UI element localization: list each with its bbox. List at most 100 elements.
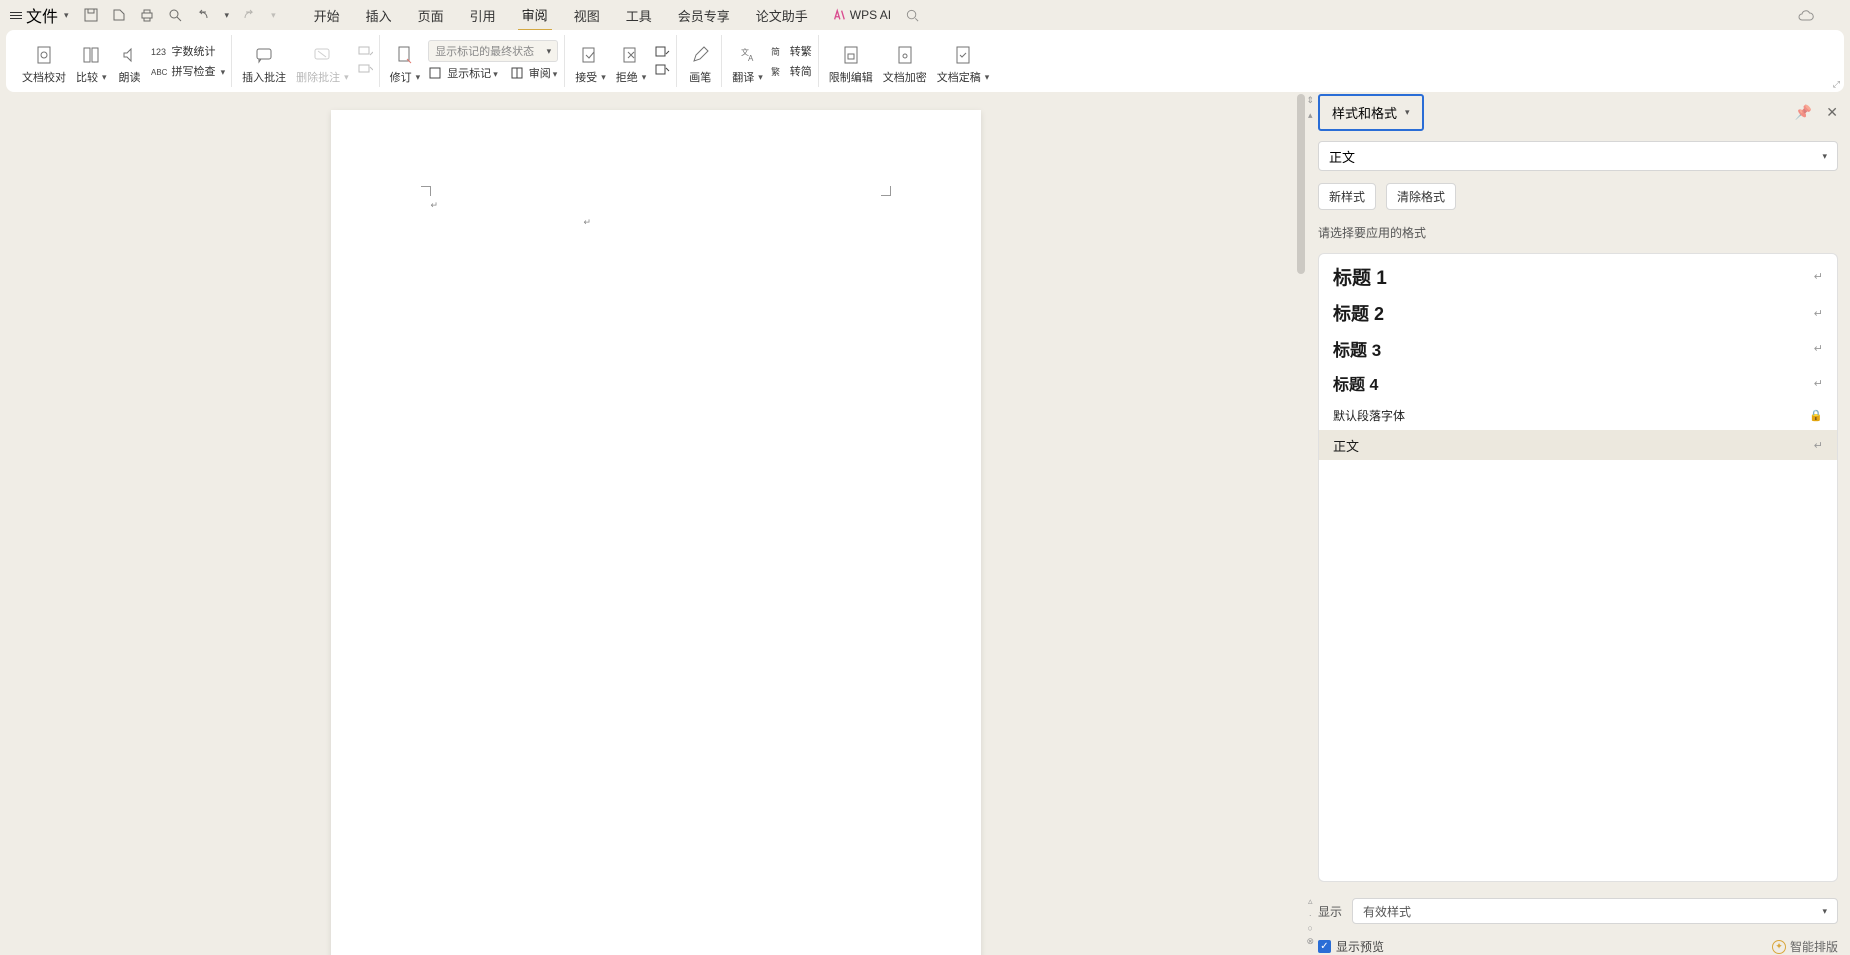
insert-comment-button[interactable]: 插入批注 xyxy=(240,43,288,87)
print-preview-icon[interactable] xyxy=(111,7,127,23)
spell-check-label: 拼写检查 ▾ xyxy=(172,63,226,79)
word-count-icon: 123 xyxy=(151,44,167,58)
tab-reference[interactable]: 引用 xyxy=(466,1,500,30)
tab-member[interactable]: 会员专享 xyxy=(674,1,734,30)
tab-insert[interactable]: 插入 xyxy=(362,1,396,30)
show-preview-checkbox[interactable]: ✓ 显示预览 xyxy=(1318,938,1384,955)
paragraph-mark: ↵ xyxy=(584,217,592,228)
file-menu[interactable]: 文件 ▾ xyxy=(10,3,69,27)
cloud-icon[interactable] xyxy=(1797,8,1815,26)
reject-button[interactable]: 拒绝▾ xyxy=(614,43,649,87)
compare-button[interactable]: 比较▾ xyxy=(74,43,109,87)
undo-icon[interactable] xyxy=(195,7,211,23)
ruler-marker-icon[interactable]: ⊗ xyxy=(1306,936,1314,947)
insert-comment-icon xyxy=(254,45,274,65)
tab-page[interactable]: 页面 xyxy=(414,1,448,30)
show-markup-button[interactable]: 显示标记▾ xyxy=(428,64,498,82)
style-item-heading4[interactable]: 标题 4↵ xyxy=(1319,366,1837,400)
tab-thesis[interactable]: 论文助手 xyxy=(752,1,812,30)
ruler-marker-icon[interactable]: · xyxy=(1309,910,1312,920)
translate-label: 翻译▾ xyxy=(732,69,763,85)
lock-icon: 🔒 xyxy=(1809,409,1823,422)
ruler-marker-icon[interactable]: ▵ xyxy=(1308,896,1313,907)
next-change-button[interactable] xyxy=(654,62,670,78)
tab-tools[interactable]: 工具 xyxy=(622,1,656,30)
scrollbar-thumb[interactable] xyxy=(1297,94,1305,274)
delete-comment-label: 删除批注▾ xyxy=(296,69,349,85)
redo-more-icon[interactable]: ▾ xyxy=(271,10,276,21)
encrypt-button[interactable]: 文档加密 xyxy=(881,43,929,87)
tab-view[interactable]: 视图 xyxy=(570,1,604,30)
read-aloud-button[interactable]: 朗读 xyxy=(115,43,145,87)
tab-review[interactable]: 审阅 xyxy=(518,0,552,31)
style-item-normal[interactable]: 正文↵ xyxy=(1319,430,1837,460)
paragraph-mark-icon: ↵ xyxy=(1814,439,1823,452)
accept-label: 接受▾ xyxy=(575,69,606,85)
document-area[interactable]: ↵ ↵ xyxy=(6,94,1305,955)
translate-icon: 文A xyxy=(738,45,758,65)
markup-display-label: 显示标记的最终状态 xyxy=(435,43,534,59)
redo-icon[interactable] xyxy=(241,7,257,23)
show-preview-label: 显示预览 xyxy=(1336,938,1384,955)
document-page[interactable]: ↵ ↵ xyxy=(331,110,981,955)
insert-comment-label: 插入批注 xyxy=(242,69,286,85)
show-filter-select[interactable]: 有效样式 ▾ xyxy=(1352,898,1838,924)
prev-comment-button[interactable] xyxy=(357,44,373,60)
translate-button[interactable]: 文A 翻译▾ xyxy=(730,43,765,87)
new-style-button[interactable]: 新样式 xyxy=(1318,183,1376,210)
svg-text:A: A xyxy=(748,54,754,63)
ribbon-expand-icon[interactable]: ⤢ xyxy=(1833,79,1840,90)
style-item-heading2[interactable]: 标题 2↵ xyxy=(1319,295,1837,331)
reject-icon xyxy=(621,45,641,65)
spell-check-button[interactable]: ABC 拼写检查 ▾ xyxy=(151,62,226,80)
clear-format-button[interactable]: 清除格式 xyxy=(1386,183,1456,210)
main-tabs: 开始 插入 页面 引用 审阅 视图 工具 会员专享 论文助手 xyxy=(310,0,812,31)
word-count-button[interactable]: 123 字数统计 xyxy=(151,42,226,60)
finalize-button[interactable]: 文档定稿▾ xyxy=(935,43,992,87)
style-item-heading3[interactable]: 标题 3↵ xyxy=(1319,331,1837,366)
ribbon-group-tracking: 修订▾ 显示标记的最终状态 ▾ 显示标记▾ 审阅▾ xyxy=(382,35,566,87)
styles-pane-title-dropdown[interactable]: 样式和格式 ▾ xyxy=(1318,94,1424,131)
review-pane-button[interactable]: 审阅▾ xyxy=(510,64,558,82)
pen-button[interactable]: 画笔 xyxy=(685,43,715,87)
to-simplified-button[interactable]: 繁转简 xyxy=(771,62,812,80)
menu-bar: 文件 ▾ ▾ ▾ 开始 插入 页面 引用 审阅 视图 工具 会员专享 论文助手 … xyxy=(0,0,1850,30)
save-icon[interactable] xyxy=(83,7,99,23)
paragraph-mark-icon: ↵ xyxy=(1814,377,1823,390)
chevron-down-icon: ▾ xyxy=(1405,107,1410,118)
accept-button[interactable]: 接受▾ xyxy=(573,43,608,87)
hamburger-icon xyxy=(10,10,22,20)
restrict-edit-button[interactable]: 限制编辑 xyxy=(827,43,875,87)
tab-start[interactable]: 开始 xyxy=(310,1,344,30)
track-changes-button[interactable]: 修订▾ xyxy=(388,43,423,87)
smart-layout-button[interactable]: ✦ 智能排版 xyxy=(1772,938,1838,955)
ruler-marker-icon[interactable]: ▴ xyxy=(1308,110,1313,121)
next-comment-button[interactable] xyxy=(357,62,373,78)
convert-stack: 简转繁 繁转简 xyxy=(771,35,812,87)
spell-check-icon: ABC xyxy=(151,64,167,78)
current-style-select[interactable]: 正文 ▾ xyxy=(1318,141,1838,171)
chevron-down-icon: ▾ xyxy=(1822,151,1827,162)
to-trad-label: 转繁 xyxy=(790,43,812,59)
paragraph-mark-icon: ↵ xyxy=(1814,342,1823,355)
ruler-marker-icon[interactable]: ○ xyxy=(1308,923,1313,933)
svg-text:123: 123 xyxy=(151,47,166,57)
show-markup-icon xyxy=(428,66,442,80)
pin-icon[interactable]: 📌 xyxy=(1795,104,1812,121)
delete-comment-button[interactable]: 删除批注▾ xyxy=(294,43,351,87)
search-icon[interactable] xyxy=(905,8,920,23)
doc-proof-button[interactable]: 文档校对 xyxy=(20,43,68,87)
style-item-default-font[interactable]: 默认段落字体🔒 xyxy=(1319,400,1837,430)
ruler-marker-icon[interactable]: ⇕ xyxy=(1306,95,1314,106)
prev-change-button[interactable] xyxy=(654,44,670,60)
preview-icon[interactable] xyxy=(167,7,183,23)
style-item-heading1[interactable]: 标题 1↵ xyxy=(1319,258,1837,295)
apply-format-label: 请选择要应用的格式 xyxy=(1318,224,1838,241)
print-icon[interactable] xyxy=(139,7,155,23)
to-traditional-button[interactable]: 简转繁 xyxy=(771,42,812,60)
wps-ai-button[interactable]: WPS AI xyxy=(832,8,891,22)
undo-more-icon[interactable]: ▾ xyxy=(225,10,230,21)
markup-display-select[interactable]: 显示标记的最终状态 ▾ xyxy=(428,40,558,62)
delete-comment-icon xyxy=(312,45,332,65)
close-icon[interactable]: ✕ xyxy=(1826,104,1838,121)
